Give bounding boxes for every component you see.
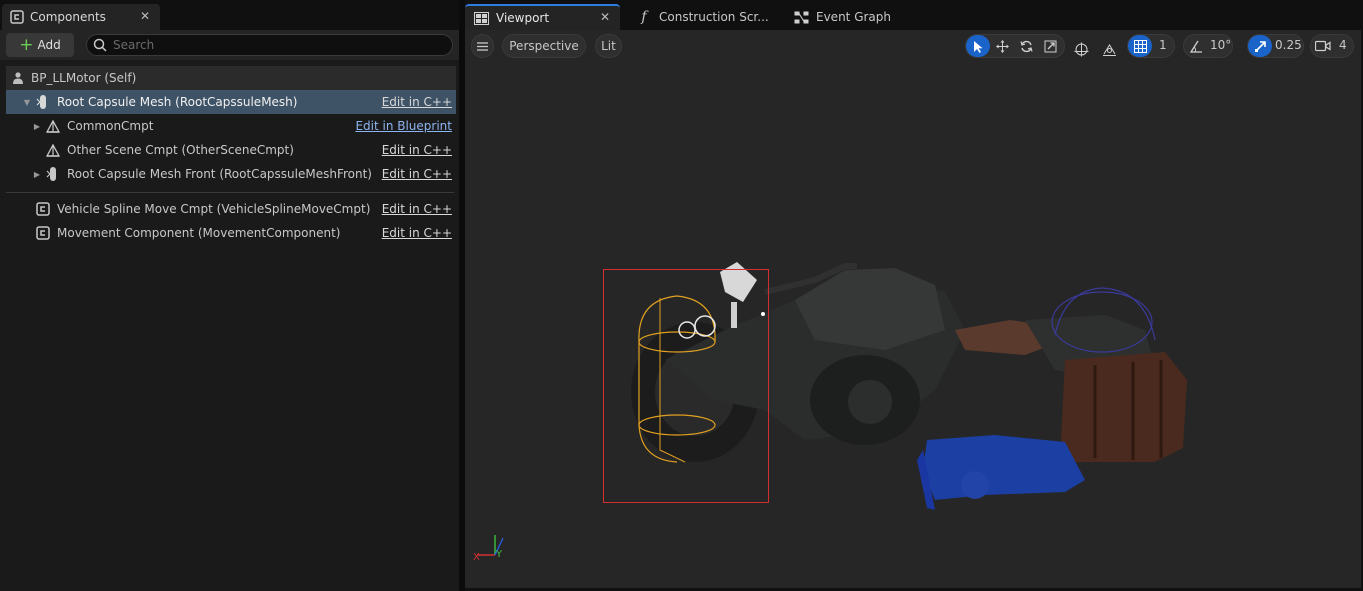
axis-x-label: X [473,552,480,563]
edit-in-cpp-link[interactable]: Edit in C++ [382,95,452,109]
scene-component-icon [45,142,61,158]
tab-label: Event Graph [816,10,891,24]
add-component-button[interactable]: + Add [6,33,74,57]
tab-label: Construction Scr... [659,10,769,24]
collapse-arrow-icon[interactable]: ▶ [32,169,42,179]
tree-item-root-capsule-mesh[interactable]: ▼ Root Capsule Mesh (RootCapssuleMesh) E… [6,90,456,114]
edit-in-cpp-link[interactable]: Edit in C++ [382,202,452,216]
tree-item-label: Other Scene Cmpt (OtherSceneCmpt) [67,143,294,157]
tree-item-label: Root Capsule Mesh Front (RootCapssuleMes… [67,167,372,181]
event-graph-icon [793,9,809,25]
components-tab-label: Components [30,10,106,24]
actor-component-icon [35,201,51,217]
editor-tabbar: Viewport ✕ f Construction Scr... Event G… [465,0,1363,30]
tab-construction-script[interactable]: f Construction Scr... [628,4,778,30]
edit-in-cpp-link[interactable]: Edit in C++ [382,226,452,240]
actor-component-icon [35,225,51,241]
search-icon [93,38,107,52]
tree-item-label: Movement Component (MovementComponent) [57,226,341,240]
tree-item-root-capsule-mesh-front[interactable]: ▶ Root Capsule Mesh Front (RootCapssuleM… [6,162,456,186]
components-toolbar: + Add Search [0,30,459,60]
edit-in-blueprint-link[interactable]: Edit in Blueprint [355,119,452,133]
axis-y-label: Y [495,549,503,560]
add-button-label: Add [37,38,61,52]
viewport-canvas[interactable]: Perspective Lit 1 10° 0.25 4 X Y [465,30,1361,588]
motorcycle-model[interactable]: X Y [465,30,1361,588]
tab-viewport[interactable]: Viewport ✕ [465,4,620,30]
tree-item-movement-component[interactable]: Movement Component (MovementComponent) E… [6,221,456,245]
close-icon[interactable]: ✕ [140,9,150,23]
expand-arrow-icon[interactable]: ▼ [22,97,32,107]
tab-label: Viewport [496,11,550,25]
tree-item-label: BP_LLMotor (Self) [31,71,137,85]
close-icon[interactable]: ✕ [600,10,610,24]
plus-icon: + [19,34,34,55]
tree-item-label: CommonCmpt [67,119,154,133]
capsule-mesh-icon [35,94,51,110]
tree-item-self[interactable]: BP_LLMotor (Self) [6,66,456,90]
editor-area: Viewport ✕ f Construction Scr... Event G… [465,0,1363,591]
component-icon [10,10,24,24]
actor-icon [10,70,26,86]
tree-item-common-cmpt[interactable]: ▶ CommonCmpt Edit in Blueprint [6,114,456,138]
collapse-arrow-icon[interactable]: ▶ [32,121,42,131]
selection-bounds-box [603,269,769,503]
tree-separator [6,192,454,193]
capsule-mesh-icon [45,166,61,182]
function-icon: f [641,9,647,25]
viewport-icon [473,10,489,26]
tree-item-label: Vehicle Spline Move Cmpt (VehicleSplineM… [57,202,371,216]
edit-in-cpp-link[interactable]: Edit in C++ [382,167,452,181]
tree-item-label: Root Capsule Mesh (RootCapssuleMesh) [57,95,298,109]
components-panel: Components ✕ + Add Search BP_LLMotor (Se… [0,0,459,591]
tree-item-vehicle-spline-move-cmpt[interactable]: Vehicle Spline Move Cmpt (VehicleSplineM… [6,197,456,221]
components-tabbar: Components ✕ [0,0,459,30]
component-tree: BP_LLMotor (Self) ▼ Root Capsule Mesh (R… [0,60,459,591]
search-input[interactable]: Search [86,34,453,56]
tab-event-graph[interactable]: Event Graph [785,4,925,30]
scene-component-icon [45,118,61,134]
tree-item-other-scene-cmpt[interactable]: Other Scene Cmpt (OtherSceneCmpt) Edit i… [6,138,456,162]
tab-components[interactable]: Components ✕ [2,4,160,30]
search-placeholder: Search [113,38,155,52]
edit-in-cpp-link[interactable]: Edit in C++ [382,143,452,157]
